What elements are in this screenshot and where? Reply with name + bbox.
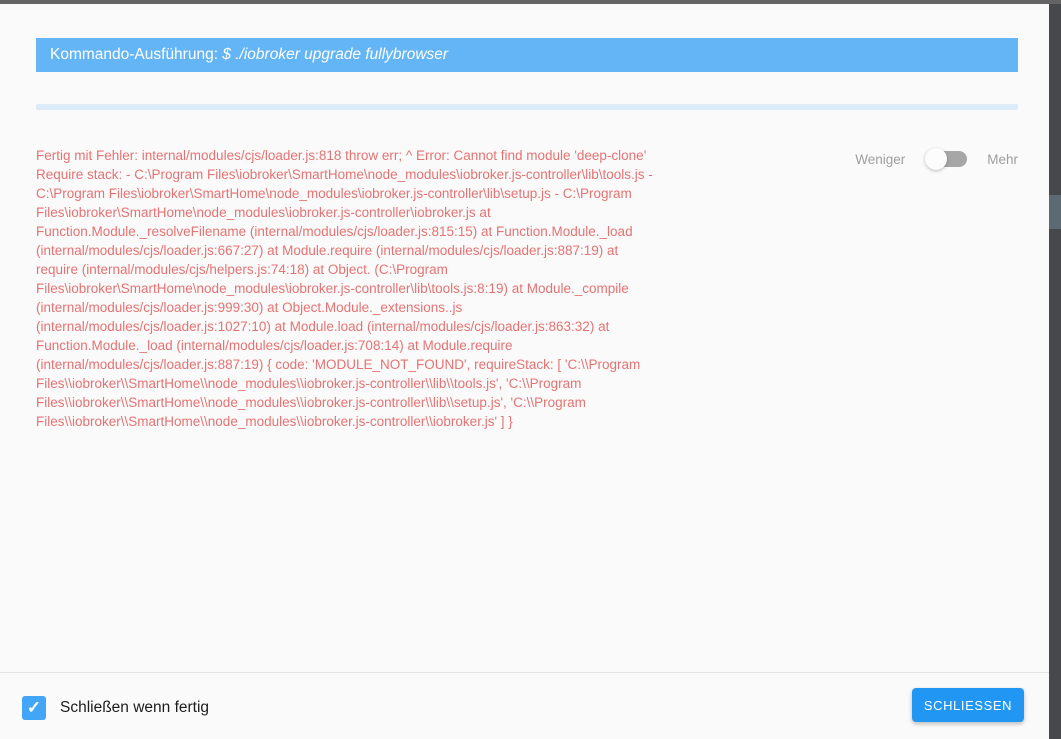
command-execution-dialog: Kommando-Ausführung: $ ./iobroker upgrad…: [0, 0, 1061, 739]
close-when-finished-option[interactable]: ✓ Schließen wenn fertig: [22, 696, 209, 720]
detail-toggle-switch[interactable]: [925, 148, 968, 170]
command-progress-bar: [36, 104, 1018, 110]
log-detail-toggle-row: Weniger Mehr: [855, 146, 1018, 172]
background-scrollbar[interactable]: [1049, 4, 1061, 739]
command-error-log: Fertig mit Fehler: internal/modules/cjs/…: [36, 148, 653, 429]
footer-divider: [0, 672, 1049, 673]
dialog-title-prefix: Kommando-Ausführung:: [50, 46, 223, 63]
checkbox-checked-icon[interactable]: ✓: [22, 696, 46, 720]
background-scrollbar-thumb[interactable]: [1049, 195, 1061, 229]
top-window-edge: [0, 0, 1061, 4]
toggle-label-less[interactable]: Weniger: [855, 152, 905, 167]
dialog-title-bar: Kommando-Ausführung: $ ./iobroker upgrad…: [36, 38, 1018, 72]
toggle-label-more[interactable]: Mehr: [987, 152, 1018, 167]
close-button[interactable]: SCHLIESSEN: [912, 688, 1024, 722]
checkbox-label: Schließen wenn fertig: [60, 699, 210, 716]
dialog-command-text: $ ./iobroker upgrade fullybrowser: [222, 46, 449, 63]
